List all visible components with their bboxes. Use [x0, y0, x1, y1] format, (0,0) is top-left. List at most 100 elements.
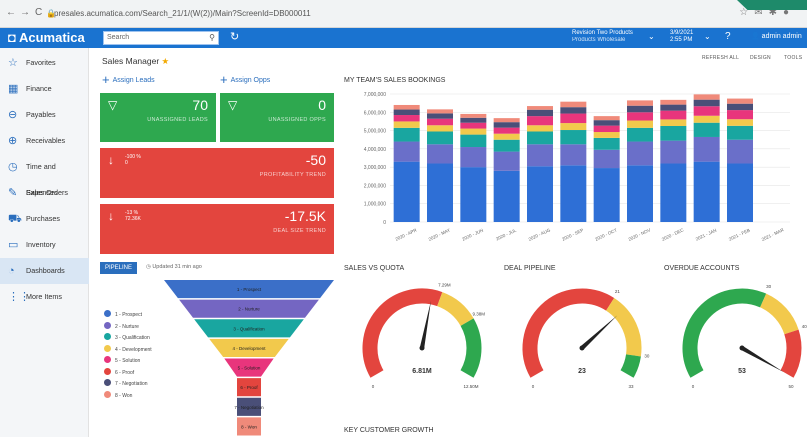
bar-segment[interactable]	[427, 125, 453, 132]
history-icon[interactable]: ↻	[230, 30, 239, 43]
bar-segment[interactable]	[727, 163, 753, 222]
bar-segment[interactable]	[493, 139, 520, 152]
bar-segment[interactable]	[393, 121, 420, 128]
bar-segment[interactable]	[660, 126, 687, 141]
sidebar-item-sales-orders[interactable]: ✎ Sales Orders	[0, 180, 89, 206]
bar-segment[interactable]	[727, 98, 753, 104]
bar-segment[interactable]	[393, 104, 420, 110]
bar-segment[interactable]	[627, 120, 653, 128]
sidebar-item-receivables[interactable]: ⊕ Receivables	[0, 128, 89, 154]
help-icon[interactable]: ?	[725, 31, 731, 42]
sidebar-item-finance[interactable]: ▦ Finance	[0, 76, 89, 102]
chevron-down-icon[interactable]: ⌄	[648, 32, 655, 41]
bar-segment[interactable]	[493, 151, 520, 171]
bar-segment[interactable]	[493, 122, 520, 128]
bar-segment[interactable]	[460, 128, 487, 135]
bar-segment[interactable]	[593, 132, 620, 138]
bar-segment[interactable]	[560, 101, 587, 108]
sidebar-item-time-expenses[interactable]: ◷ Time and Expenses	[0, 154, 89, 197]
bar-segment[interactable]	[660, 104, 687, 111]
sidebar-item-inventory[interactable]: ▭ Inventory	[0, 232, 89, 258]
forward-icon[interactable]: →	[20, 7, 30, 18]
bar-segment[interactable]	[693, 99, 720, 107]
bar-segment[interactable]	[527, 166, 553, 222]
search-input[interactable]: Search ⚲	[103, 31, 219, 45]
bar-segment[interactable]	[560, 113, 587, 124]
bar-segment[interactable]	[627, 165, 653, 222]
app-logo[interactable]: ◘ Acumatica	[8, 30, 85, 45]
bar-segment[interactable]	[460, 113, 487, 118]
bar-segment[interactable]	[693, 136, 720, 162]
bar-segment[interactable]	[693, 122, 720, 137]
bar-segment[interactable]	[393, 141, 420, 162]
bar-segment[interactable]	[693, 94, 720, 100]
unassigned-leads-tile[interactable]: ▽ 70 UNASSIGNED LEADS	[100, 93, 216, 142]
deal-size-trend-tile[interactable]: ↓ -13 % 72.36K -17.5K DEAL SIZE TREND	[100, 204, 334, 254]
bar-segment[interactable]	[660, 119, 687, 126]
unassigned-opps-tile[interactable]: ▽ 0 UNASSIGNED OPPS	[220, 93, 334, 142]
bar-segment[interactable]	[493, 170, 520, 222]
bar-segment[interactable]	[627, 100, 653, 106]
bar-segment[interactable]	[393, 109, 420, 116]
bar-segment[interactable]	[460, 147, 487, 168]
bar-segment[interactable]	[493, 118, 520, 123]
bar-segment[interactable]	[593, 120, 620, 126]
bar-segment[interactable]	[393, 115, 420, 122]
bar-segment[interactable]	[560, 123, 587, 131]
bar-segment[interactable]	[627, 112, 653, 121]
bar-segment[interactable]	[527, 144, 553, 167]
search-icon[interactable]: ⚲	[209, 32, 215, 44]
bar-segment[interactable]	[660, 99, 687, 105]
bar-segment[interactable]	[593, 137, 620, 150]
date-selector[interactable]: 3/9/2021 2:55 PM	[670, 30, 693, 44]
branch-selector[interactable]: Revision Two Products Products Wholesale	[572, 30, 633, 44]
bar-segment[interactable]	[527, 125, 553, 132]
bar-segment[interactable]	[527, 106, 553, 110]
bar-segment[interactable]	[460, 122, 487, 129]
user-menu[interactable]: 👤 admin admin	[751, 32, 802, 40]
assign-opps-button[interactable]: + Assign Opps	[220, 72, 270, 87]
bar-segment[interactable]	[460, 134, 487, 148]
bar-segment[interactable]	[693, 115, 720, 123]
bar-segment[interactable]	[427, 109, 453, 114]
sidebar-item-payables[interactable]: ⊖ Payables	[0, 102, 89, 128]
chevron-down-icon[interactable]: ⌄	[704, 32, 711, 41]
assign-leads-button[interactable]: + Assign Leads	[102, 72, 155, 87]
bar-segment[interactable]	[427, 113, 453, 119]
bar-segment[interactable]	[393, 161, 420, 222]
bar-segment[interactable]	[527, 131, 553, 145]
bar-segment[interactable]	[593, 149, 620, 169]
bar-segment[interactable]	[593, 168, 620, 222]
sidebar-item-purchases[interactable]: ⛟ Purchases	[0, 206, 89, 232]
bar-segment[interactable]	[727, 110, 753, 120]
bar-segment[interactable]	[627, 105, 653, 113]
design-button[interactable]: DESIGN	[750, 55, 771, 61]
sidebar-item-dashboards[interactable]: ◔ Dashboards	[0, 258, 89, 284]
bar-segment[interactable]	[660, 110, 687, 120]
bar-segment[interactable]	[527, 109, 553, 117]
refresh-all-button[interactable]: REFRESH ALL	[702, 55, 739, 61]
bar-segment[interactable]	[427, 144, 453, 164]
bar-segment[interactable]	[727, 119, 753, 126]
bar-segment[interactable]	[527, 116, 553, 126]
favorite-star-icon[interactable]: ★	[162, 56, 170, 66]
bar-segment[interactable]	[627, 141, 653, 166]
bar-segment[interactable]	[560, 144, 587, 166]
bar-segment[interactable]	[460, 167, 487, 222]
bar-segment[interactable]	[427, 118, 453, 126]
bar-segment[interactable]	[393, 127, 420, 142]
bar-segment[interactable]	[493, 133, 520, 140]
bar-segment[interactable]	[660, 163, 687, 222]
bar-segment[interactable]	[693, 161, 720, 222]
profitability-trend-tile[interactable]: ↓ -100 % 0 -50 PROFITABILITY TREND	[100, 148, 334, 198]
tab-pipeline[interactable]: PIPELINE	[100, 262, 137, 274]
sidebar-item-more-items[interactable]: ⋮⋮ More Items	[0, 284, 89, 310]
bar-segment[interactable]	[560, 165, 587, 222]
reload-icon[interactable]: C	[35, 7, 42, 18]
bar-segment[interactable]	[593, 116, 620, 121]
bar-segment[interactable]	[593, 125, 620, 133]
bar-segment[interactable]	[727, 139, 753, 164]
bar-segment[interactable]	[560, 107, 587, 114]
bar-segment[interactable]	[693, 106, 720, 116]
bar-segment[interactable]	[727, 125, 753, 140]
